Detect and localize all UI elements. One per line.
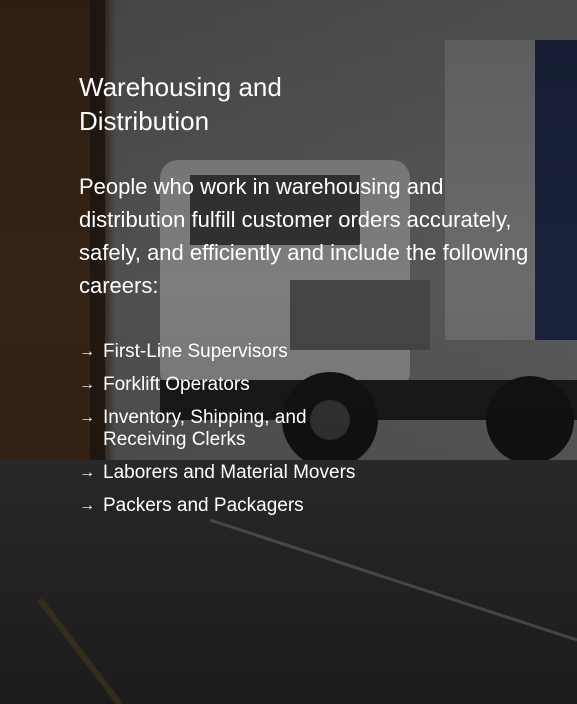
career-label: Packers and Packagers — [103, 495, 304, 516]
section-intro: People who work in warehousing and distr… — [79, 174, 529, 298]
list-item: → Packers and Packagers — [79, 495, 463, 517]
section-title: Warehousing and Distribution — [79, 72, 282, 136]
content-block: Warehousing and Distribution People who … — [79, 70, 539, 528]
arrow-right-icon: → — [79, 497, 95, 514]
list-item: → Laborers and Material Movers — [79, 462, 463, 484]
career-list: → First-Line Supervisors → Forklift Oper… — [79, 341, 539, 517]
arrow-right-icon: → — [79, 376, 95, 393]
career-label: Laborers and Material Movers — [103, 462, 356, 483]
career-label: Inventory, Shipping, and Receiving Clerk… — [103, 407, 307, 450]
arrow-right-icon: → — [79, 343, 95, 360]
arrow-right-icon: → — [79, 464, 95, 481]
list-item: → Forklift Operators — [79, 374, 393, 396]
career-label: First-Line Supervisors — [103, 341, 288, 362]
arrow-right-icon: → — [79, 409, 95, 426]
list-item: → First-Line Supervisors — [79, 341, 393, 363]
career-label: Forklift Operators — [103, 374, 250, 395]
list-item: → Inventory, Shipping, and Receiving Cle… — [79, 407, 393, 451]
warehousing-card: Warehousing and Distribution People who … — [0, 0, 577, 704]
